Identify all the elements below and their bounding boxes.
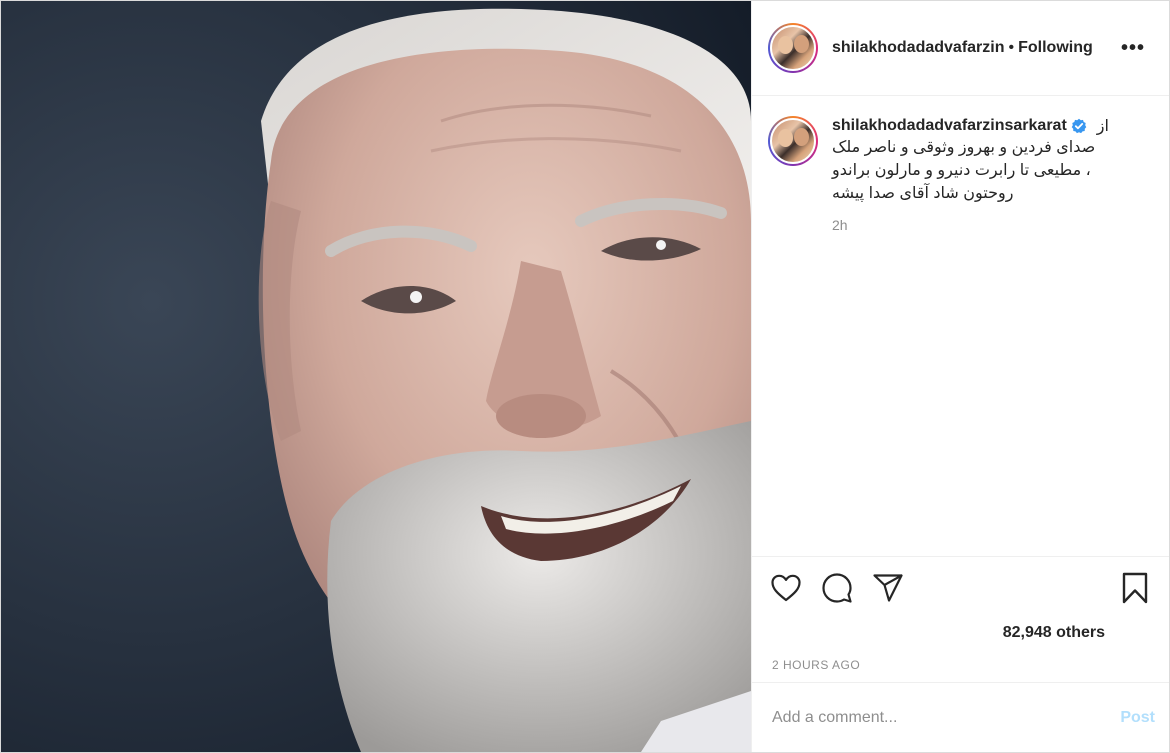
share-icon (873, 573, 903, 602)
like-button[interactable] (768, 570, 804, 606)
author-username[interactable]: shilakhodadadvafarzin (832, 39, 1005, 57)
heart-icon (771, 574, 801, 601)
header-separator: • (1008, 39, 1015, 56)
more-options-icon[interactable]: ••• (1121, 37, 1145, 60)
following-button[interactable]: Following (1018, 39, 1093, 57)
post-photo[interactable] (1, 1, 751, 752)
post-side-panel: shilakhodadadvafarzin • Following ••• sh… (751, 1, 1169, 752)
add-comment-bar: Post (752, 682, 1169, 752)
verified-badge-icon (1071, 118, 1087, 134)
post-timestamp[interactable]: 2 HOURS AGO (752, 648, 1169, 682)
post-comment-button[interactable]: Post (1120, 709, 1155, 727)
comment-button[interactable] (819, 570, 855, 606)
caption-avatar (770, 118, 816, 164)
caption-username[interactable]: shilakhodadadvafarzinsarkarat (832, 117, 1067, 135)
author-avatar-ring[interactable] (768, 23, 818, 73)
comments-section: shilakhodadadvafarzinsarkarat از صدای فر… (752, 96, 1169, 556)
action-bar (752, 556, 1169, 618)
caption-text: صدای فردین و بهروز وثوقی و ناصر ملک ، مط… (832, 139, 1096, 202)
post-dialog: shilakhodadadvafarzin • Following ••• sh… (0, 0, 1170, 753)
caption-first-word: از (1096, 118, 1109, 135)
likes-count[interactable]: 82,948 others (1003, 624, 1105, 642)
save-button[interactable] (1117, 570, 1153, 606)
bookmark-icon (1122, 572, 1148, 603)
caption-header: shilakhodadadvafarzinsarkarat از (832, 116, 1153, 136)
likes-summary[interactable]: 82,948 others (752, 618, 1169, 648)
comment-icon (822, 572, 852, 603)
comment-input[interactable] (772, 708, 1121, 727)
post-photo-image (1, 1, 751, 752)
caption-avatar-ring[interactable] (768, 116, 818, 166)
post-header: shilakhodadadvafarzin • Following ••• (752, 1, 1169, 96)
caption: shilakhodadadvafarzinsarkarat از صدای فر… (768, 116, 1153, 233)
caption-relative-time[interactable]: 2h (832, 217, 1153, 233)
author-avatar (770, 25, 816, 71)
share-button[interactable] (870, 570, 906, 606)
caption-body: shilakhodadadvafarzinsarkarat از صدای فر… (832, 116, 1153, 233)
